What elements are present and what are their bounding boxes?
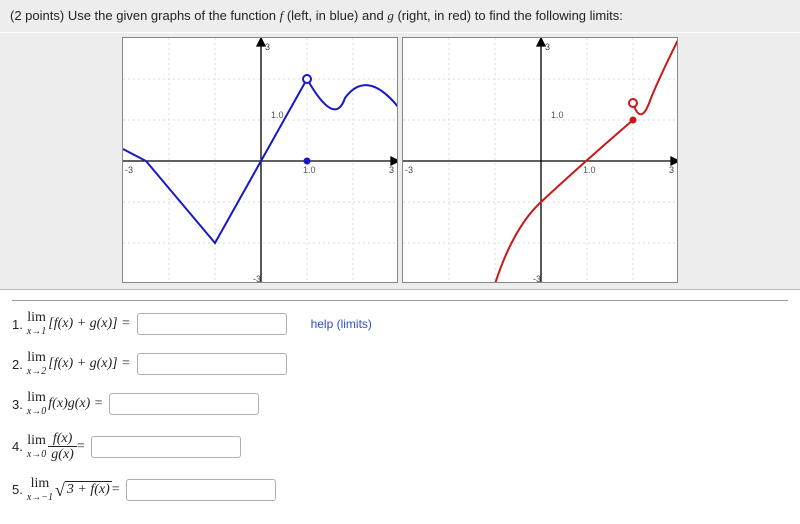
radicand: 3 + f(x) [65, 481, 112, 498]
q5-answer-input[interactable] [126, 479, 276, 501]
open-circle-icon [303, 75, 311, 83]
graph-f: 1.0 1.0 -3 3 -3 3 [122, 37, 398, 283]
lim-word: lim [27, 311, 46, 325]
q3-expression: f(x)g(x) = [48, 396, 103, 412]
x-max-label: 3 [389, 165, 394, 175]
x-min-label: -3 [125, 165, 133, 175]
q3-number: 3. [12, 397, 23, 412]
q2-answer-input[interactable] [137, 353, 287, 375]
y-tick-label: 1.0 [271, 110, 284, 120]
question-1: 1. lim x→1 [f(x) + g(x)] = help (limits) [12, 311, 788, 337]
q1-answer-input[interactable] [137, 313, 287, 335]
x-max-label: 3 [669, 165, 674, 175]
y-tick-label: 1.0 [551, 110, 564, 120]
lim-word: lim [27, 391, 46, 405]
g-desc: (right, in red) to find the following li… [397, 8, 622, 23]
q5-after: = [112, 482, 120, 498]
lim-sub: x→1 [27, 327, 46, 337]
points-label: (2 points) [10, 8, 64, 23]
sqrt-icon: √ [55, 481, 65, 499]
lim-sub: x→2 [27, 367, 46, 377]
q3-answer-input[interactable] [109, 393, 259, 415]
open-circle-icon [629, 99, 637, 107]
q4-after: = [77, 439, 85, 455]
lim-sub: x→−1 [27, 493, 53, 503]
g-curve-segment2 [633, 38, 678, 114]
frac-den: g(x) [48, 446, 77, 462]
lim-word: lim [27, 351, 46, 365]
graphs-container: 1.0 1.0 -3 3 -3 3 [0, 33, 800, 289]
x-tick-label: 1.0 [583, 165, 596, 175]
question-5: 5. lim x→−1 √ 3 + f(x) = [12, 477, 788, 503]
question-3: 3. lim x→0 f(x)g(x) = [12, 391, 788, 417]
graph-g-svg: 1.0 1.0 -3 3 -3 3 [403, 38, 678, 283]
frac-num: f(x) [48, 431, 77, 446]
y-min-label: -3 [533, 274, 541, 283]
y-min-label: -3 [253, 274, 261, 283]
g-symbol: g [387, 8, 394, 23]
q4-answer-input[interactable] [91, 436, 241, 458]
f-desc: (left, in blue) and [287, 8, 384, 23]
q2-expression: [f(x) + g(x)] = [48, 356, 130, 372]
lim-word: lim [27, 477, 53, 491]
question-4: 4. lim x→0 f(x) g(x) = [12, 431, 788, 463]
instruction-text: Use the given graphs of the function [68, 8, 276, 23]
graph-g: 1.0 1.0 -3 3 -3 3 [402, 37, 678, 283]
answers-section: 1. lim x→1 [f(x) + g(x)] = help (limits)… [0, 289, 800, 513]
problem-header: (2 points) Use the given graphs of the f… [0, 0, 800, 33]
q1-number: 1. [12, 317, 23, 332]
help-link[interactable]: help (limits) [311, 317, 372, 331]
lim-sub: x→0 [27, 450, 46, 460]
closed-circle-icon [629, 117, 636, 124]
x-tick-label: 1.0 [303, 165, 316, 175]
graph-f-svg: 1.0 1.0 -3 3 -3 3 [123, 38, 398, 283]
q5-number: 5. [12, 482, 23, 497]
x-min-label: -3 [405, 165, 413, 175]
divider [12, 300, 788, 301]
lim-word: lim [27, 434, 46, 448]
y-max-label: 3 [545, 42, 550, 52]
closed-circle-icon [304, 158, 311, 165]
q2-number: 2. [12, 357, 23, 372]
q4-number: 4. [12, 439, 23, 454]
lim-sub: x→0 [27, 407, 46, 417]
question-2: 2. lim x→2 [f(x) + g(x)] = [12, 351, 788, 377]
q1-expression: [f(x) + g(x)] = [48, 316, 130, 332]
y-max-label: 3 [265, 42, 270, 52]
f-symbol: f [280, 8, 284, 23]
